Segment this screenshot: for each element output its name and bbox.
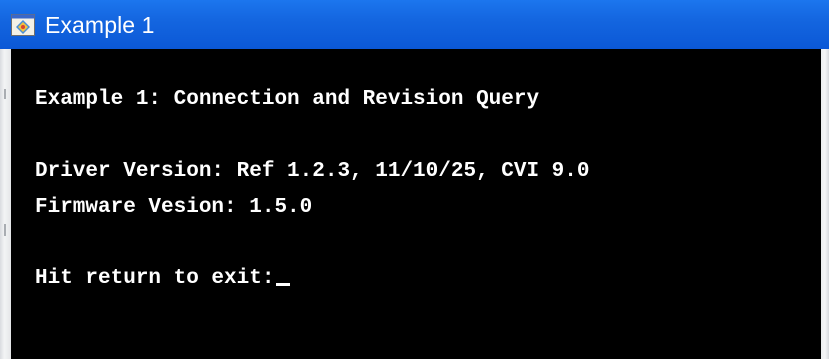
title-bar[interactable]: Example 1 bbox=[0, 0, 829, 49]
console-output[interactable]: Example 1: Connection and Revision Query… bbox=[11, 61, 821, 359]
console-line-prompt: Hit return to exit: bbox=[35, 267, 291, 291]
window-frame-left bbox=[0, 49, 11, 359]
window-frame-right bbox=[821, 49, 829, 359]
console-app-icon bbox=[11, 13, 35, 36]
console-line-firmware-version: Firmware Vesion: 1.5.0 bbox=[35, 196, 313, 219]
window-title: Example 1 bbox=[45, 12, 155, 38]
console-line-driver-version: Driver Version: Ref 1.2.3, 11/10/25, CVI… bbox=[35, 160, 590, 183]
prompt-text: Hit return to exit: bbox=[35, 267, 275, 290]
console-top-margin bbox=[11, 49, 821, 61]
console-line-header: Example 1: Connection and Revision Query bbox=[35, 88, 540, 111]
console-window: Example 1 Example 1: Connection and Revi… bbox=[0, 0, 829, 359]
text-cursor bbox=[276, 283, 291, 286]
